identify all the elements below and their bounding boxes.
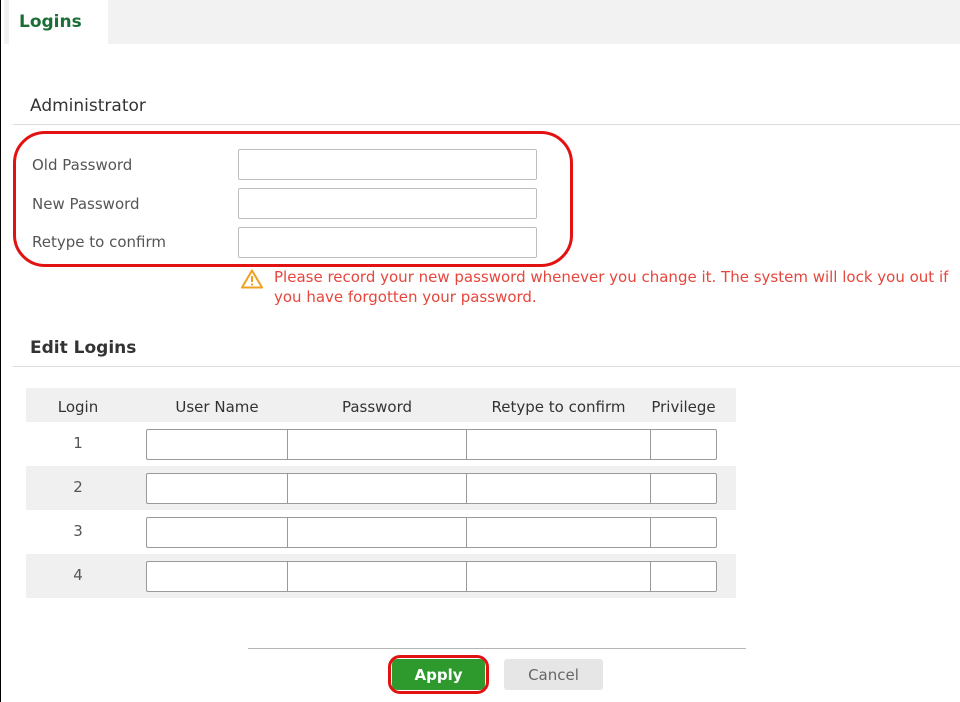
table-row: 2: [26, 466, 736, 510]
retype-password-input[interactable]: [466, 517, 651, 548]
privilege-input[interactable]: [650, 429, 717, 460]
old-password-field[interactable]: [238, 149, 537, 180]
login-number: 3: [73, 522, 83, 540]
user-name-input[interactable]: [146, 473, 288, 504]
password-input[interactable]: [287, 429, 467, 460]
user-name-input[interactable]: [146, 429, 288, 460]
login-number: 2: [73, 478, 83, 496]
login-number: 1: [73, 434, 83, 452]
retype-password-input[interactable]: [466, 473, 651, 504]
password-input[interactable]: [287, 561, 467, 592]
login-number: 4: [73, 566, 83, 584]
password-input[interactable]: [287, 473, 467, 504]
administrator-section-divider: [13, 124, 960, 125]
tab-logins[interactable]: Logins: [9, 0, 108, 44]
column-header-retype: Retype to confirm: [491, 398, 626, 416]
retype-password-field[interactable]: [238, 227, 537, 258]
table-row: 4: [26, 554, 736, 598]
user-name-input[interactable]: [146, 517, 288, 548]
privilege-input[interactable]: [650, 561, 717, 592]
logins-table: Login User Name Password Retype to confi…: [26, 388, 736, 598]
edit-logins-section-title: Edit Logins: [30, 338, 137, 358]
warning-message: Please record your new password whenever…: [274, 268, 949, 306]
column-header-user-name: User Name: [175, 398, 259, 416]
warning-triangle-icon: [241, 269, 263, 289]
user-name-input[interactable]: [146, 561, 288, 592]
column-header-login: Login: [57, 398, 99, 416]
tab-bar: Logins: [4, 0, 960, 44]
new-password-field[interactable]: [238, 188, 537, 219]
administrator-section-title: Administrator: [30, 96, 146, 116]
retype-password-input[interactable]: [466, 561, 651, 592]
table-row: 1: [26, 422, 736, 466]
privilege-input[interactable]: [650, 473, 717, 504]
column-header-privilege: Privilege: [651, 398, 716, 416]
password-input[interactable]: [287, 517, 467, 548]
column-header-password: Password: [341, 398, 413, 416]
page-frame: Logins Administrator Old Password New Pa…: [0, 0, 960, 702]
footer-divider: [248, 648, 746, 649]
new-password-label: New Password: [32, 195, 140, 213]
table-row: 3: [26, 510, 736, 554]
edit-logins-section-divider: [13, 366, 960, 367]
retype-password-input[interactable]: [466, 429, 651, 460]
cancel-button[interactable]: Cancel: [504, 659, 603, 690]
privilege-input[interactable]: [650, 517, 717, 548]
apply-button[interactable]: Apply: [392, 659, 485, 690]
old-password-label: Old Password: [32, 156, 133, 174]
retype-password-label: Retype to confirm: [32, 233, 166, 251]
